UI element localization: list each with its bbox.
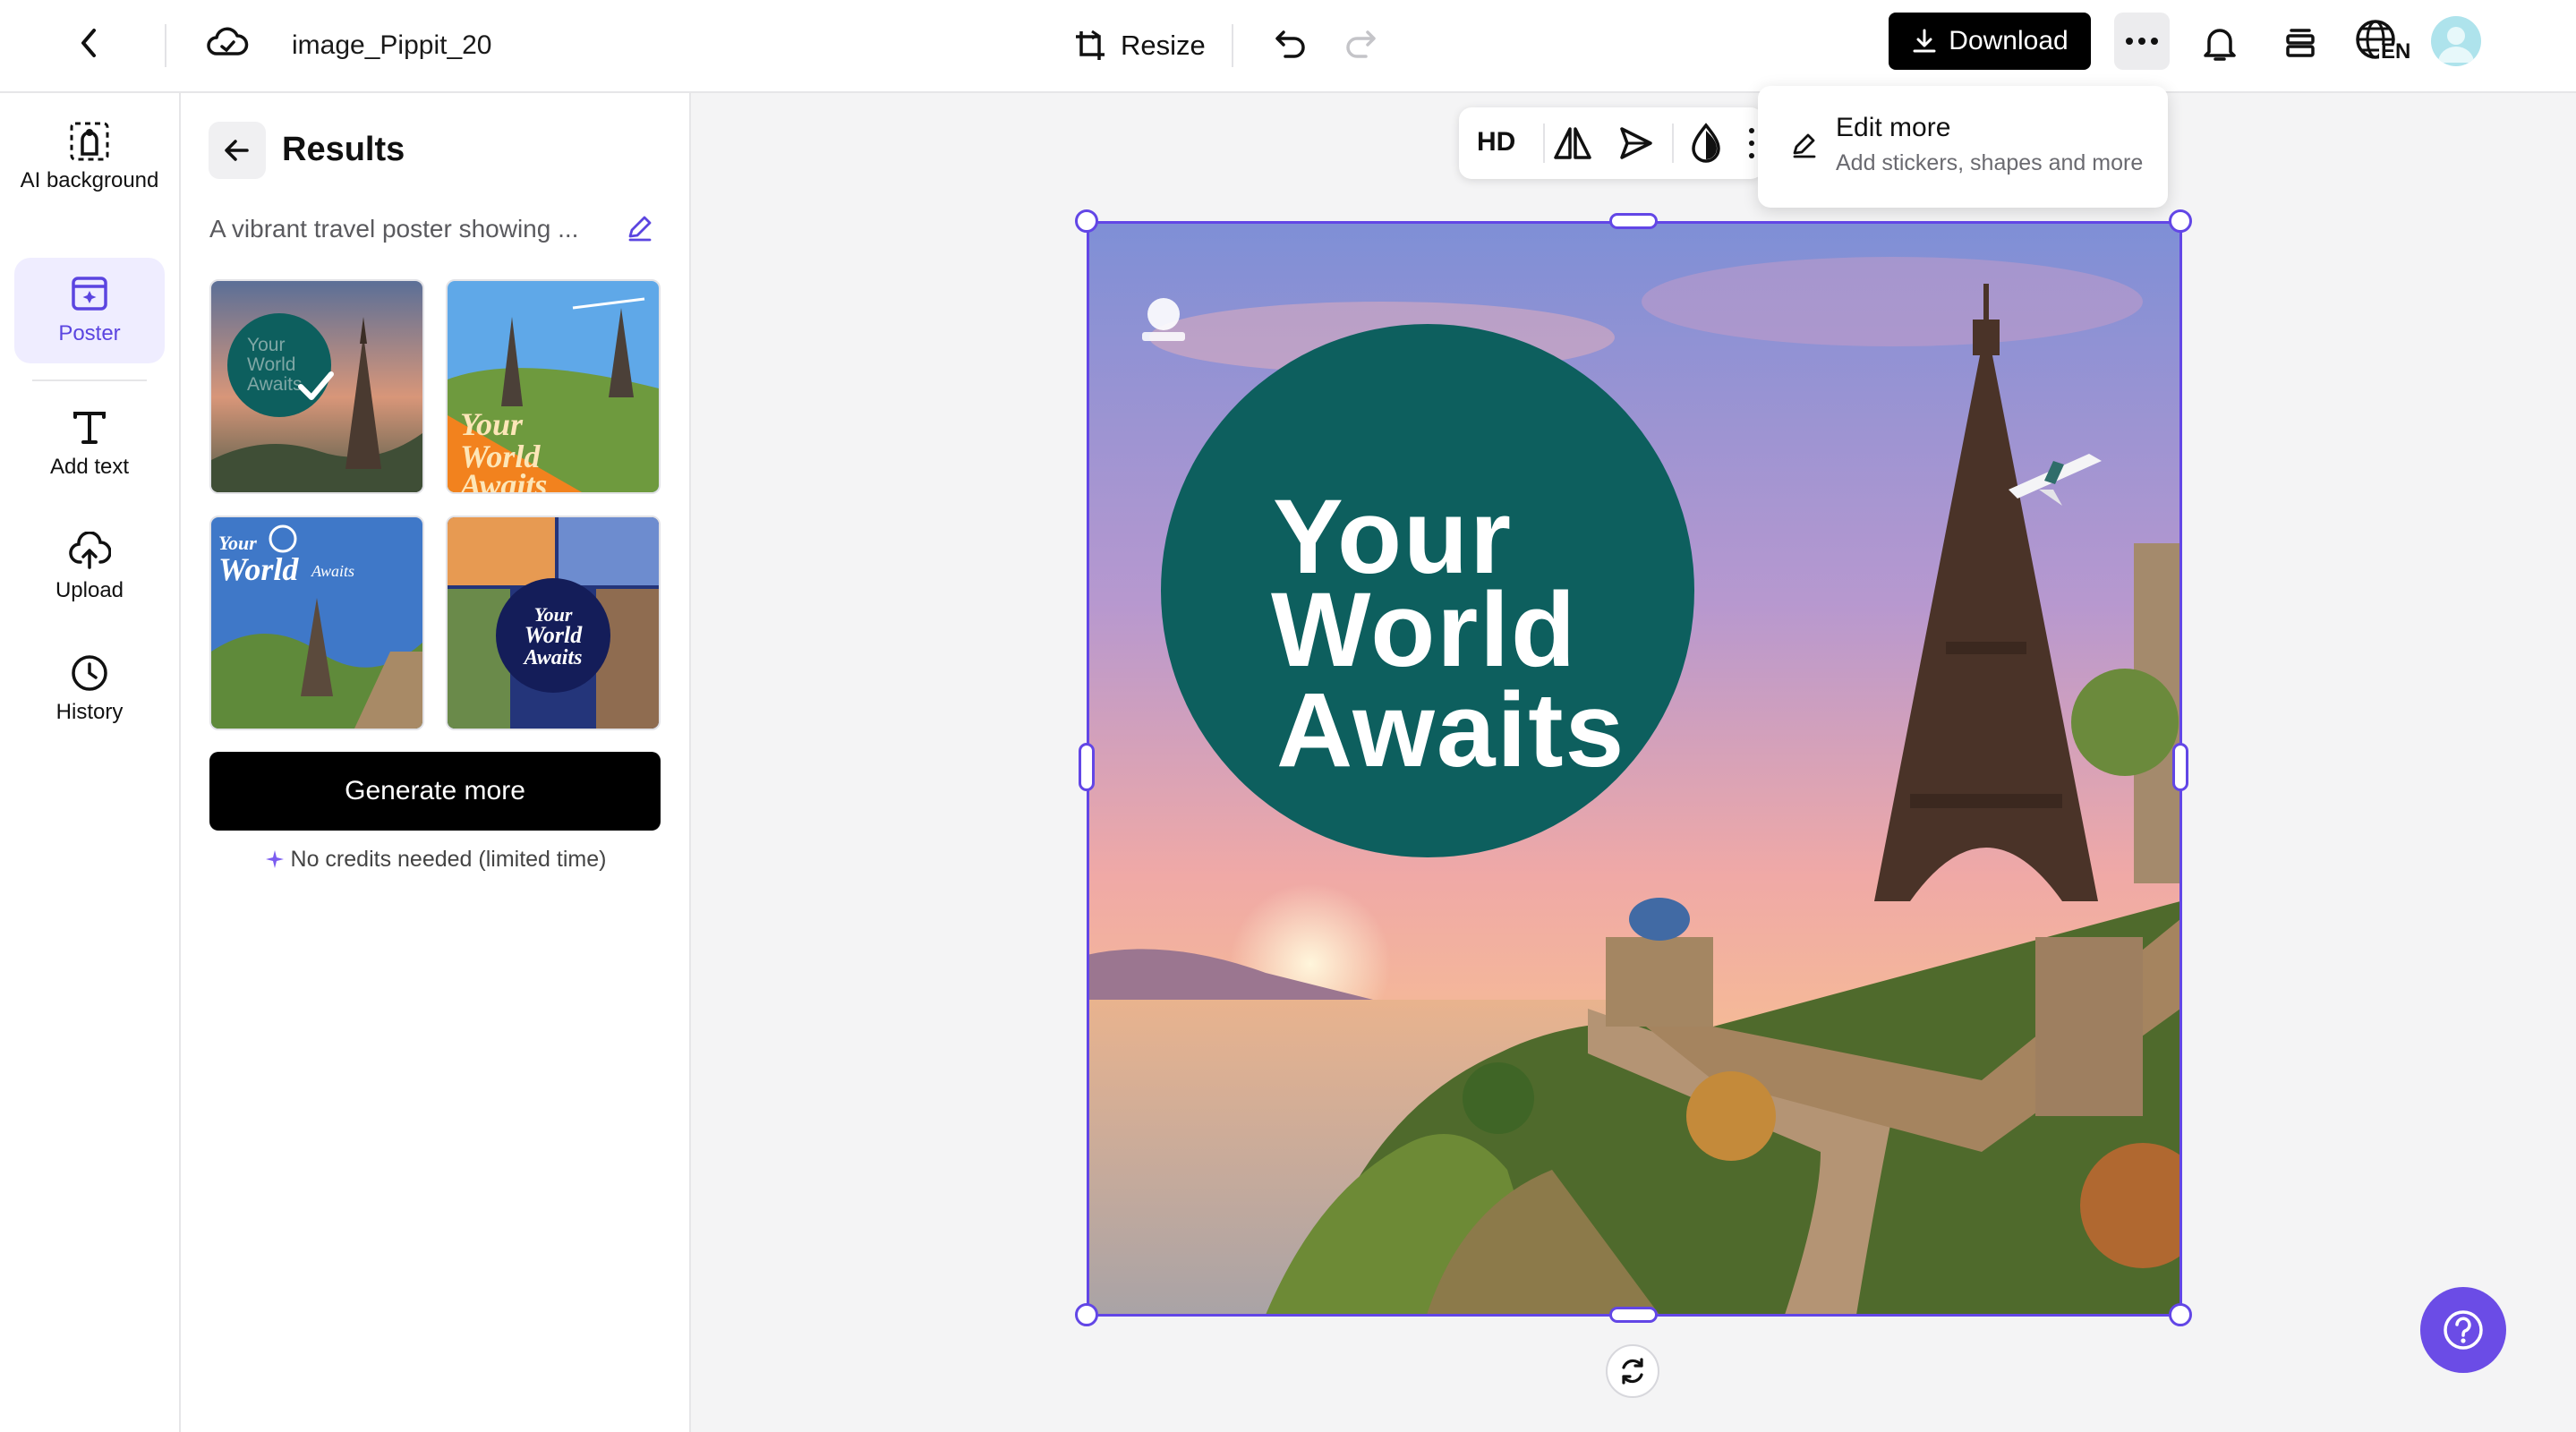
rail-item-ai-background[interactable]: AI background — [14, 118, 165, 234]
rail-item-label: Poster — [58, 321, 121, 345]
resize-handle-top-left[interactable] — [1075, 209, 1098, 233]
resize-handle-bottom-left[interactable] — [1075, 1303, 1098, 1326]
language-code: EN — [2381, 39, 2411, 64]
text-icon — [73, 412, 106, 444]
hd-button[interactable]: HD — [1477, 127, 1515, 158]
resize-handle-top-right[interactable] — [2169, 209, 2192, 233]
svg-text:Your: Your — [247, 335, 285, 355]
result-thumbnail[interactable]: Your World Awaits — [446, 516, 661, 730]
ai-background-icon — [70, 122, 109, 161]
history-icon — [72, 655, 107, 691]
canvas-mini-toolbar: HD — [1459, 107, 1763, 179]
edit-pencil-icon — [1790, 131, 1819, 159]
rail-item-label: Add text — [49, 455, 130, 479]
rail-item-history[interactable]: History — [14, 653, 165, 734]
prompt-text: A vibrant travel poster showing ... — [209, 215, 579, 243]
rotate-icon — [1622, 1358, 1643, 1385]
send-forward-icon[interactable] — [1616, 124, 1656, 163]
svg-text:Awaits: Awaits — [311, 562, 354, 580]
result-thumbnail[interactable]: Your World Awaits — [446, 279, 661, 494]
rail-divider — [32, 379, 147, 381]
svg-text:World: World — [218, 551, 299, 587]
popover-subtitle: Add stickers, shapes and more — [1836, 150, 2144, 175]
project-name[interactable]: image_Pippit_20 — [292, 25, 492, 66]
sparkle-icon — [265, 850, 284, 868]
rail-item-label: History — [55, 700, 124, 724]
svg-text:Awaits: Awaits — [523, 646, 583, 669]
rail-item-poster[interactable]: Poster — [14, 258, 165, 363]
language-selector[interactable]: EN — [2354, 16, 2411, 70]
resize-handle-right[interactable] — [2172, 743, 2188, 791]
svg-text:Awaits: Awaits — [247, 374, 302, 395]
credits-note: No credits needed (limited time) — [209, 843, 661, 875]
rotate-handle[interactable] — [1606, 1344, 1659, 1398]
resize-label: Resize — [1121, 30, 1206, 61]
rail-item-label: Upload — [55, 578, 124, 602]
rail-item-add-text[interactable]: Add text — [14, 408, 165, 489]
svg-text:Awaits: Awaits — [458, 467, 547, 492]
svg-text:World: World — [525, 622, 584, 648]
download-label: Download — [1949, 26, 2068, 55]
result-thumbnail[interactable]: Your World Awaits — [209, 516, 424, 730]
edit-prompt-icon[interactable] — [625, 213, 655, 243]
more-vertical-icon[interactable] — [1749, 127, 1754, 159]
help-button[interactable] — [2420, 1287, 2506, 1373]
divider — [1232, 24, 1233, 67]
layers-icon[interactable] — [2275, 18, 2325, 68]
upload-icon — [69, 532, 111, 569]
more-options-button[interactable] — [2114, 13, 2170, 70]
resize-handle-bottom[interactable] — [1609, 1307, 1658, 1323]
opacity-icon[interactable] — [1688, 122, 1724, 163]
divider — [1672, 124, 1674, 163]
back-chevron-icon[interactable] — [68, 18, 109, 68]
notification-bell-icon[interactable] — [2195, 18, 2245, 68]
poster-icon — [72, 277, 107, 311]
selection-frame — [1087, 221, 2182, 1317]
resize-handle-bottom-right[interactable] — [2169, 1303, 2192, 1326]
svg-text:Your: Your — [460, 406, 524, 442]
more-dots-icon — [2126, 38, 2158, 45]
cloud-sync-icon[interactable] — [202, 18, 252, 68]
results-back-button[interactable] — [209, 122, 266, 179]
rail-item-upload[interactable]: Upload — [14, 532, 165, 612]
popover-title: Edit more — [1836, 113, 1951, 142]
results-title: Results — [282, 131, 405, 168]
resize-handle-top[interactable] — [1609, 213, 1658, 229]
resize-button[interactable]: Resize — [1072, 20, 1206, 72]
avatar[interactable] — [2431, 16, 2481, 66]
svg-text:World: World — [247, 354, 295, 375]
rail-item-label: AI background — [20, 168, 159, 192]
arrow-left-icon — [225, 140, 249, 161]
divider — [165, 24, 166, 67]
credits-note-text: No credits needed (limited time) — [290, 847, 607, 872]
download-button[interactable]: Download — [1889, 13, 2091, 70]
download-icon — [1913, 29, 1936, 53]
divider — [1543, 124, 1545, 163]
edit-more-popover[interactable]: Edit more Add stickers, shapes and more — [1758, 86, 2168, 208]
resize-handle-left[interactable] — [1079, 743, 1095, 791]
generate-more-button[interactable]: Generate more — [209, 752, 661, 831]
undo-icon[interactable] — [1267, 20, 1314, 66]
redo-icon[interactable] — [1337, 20, 1384, 66]
resize-icon — [1076, 30, 1105, 60]
question-icon — [2444, 1310, 2483, 1350]
flip-icon[interactable] — [1552, 124, 1593, 163]
result-thumbnail[interactable]: Your World Awaits — [209, 279, 424, 494]
